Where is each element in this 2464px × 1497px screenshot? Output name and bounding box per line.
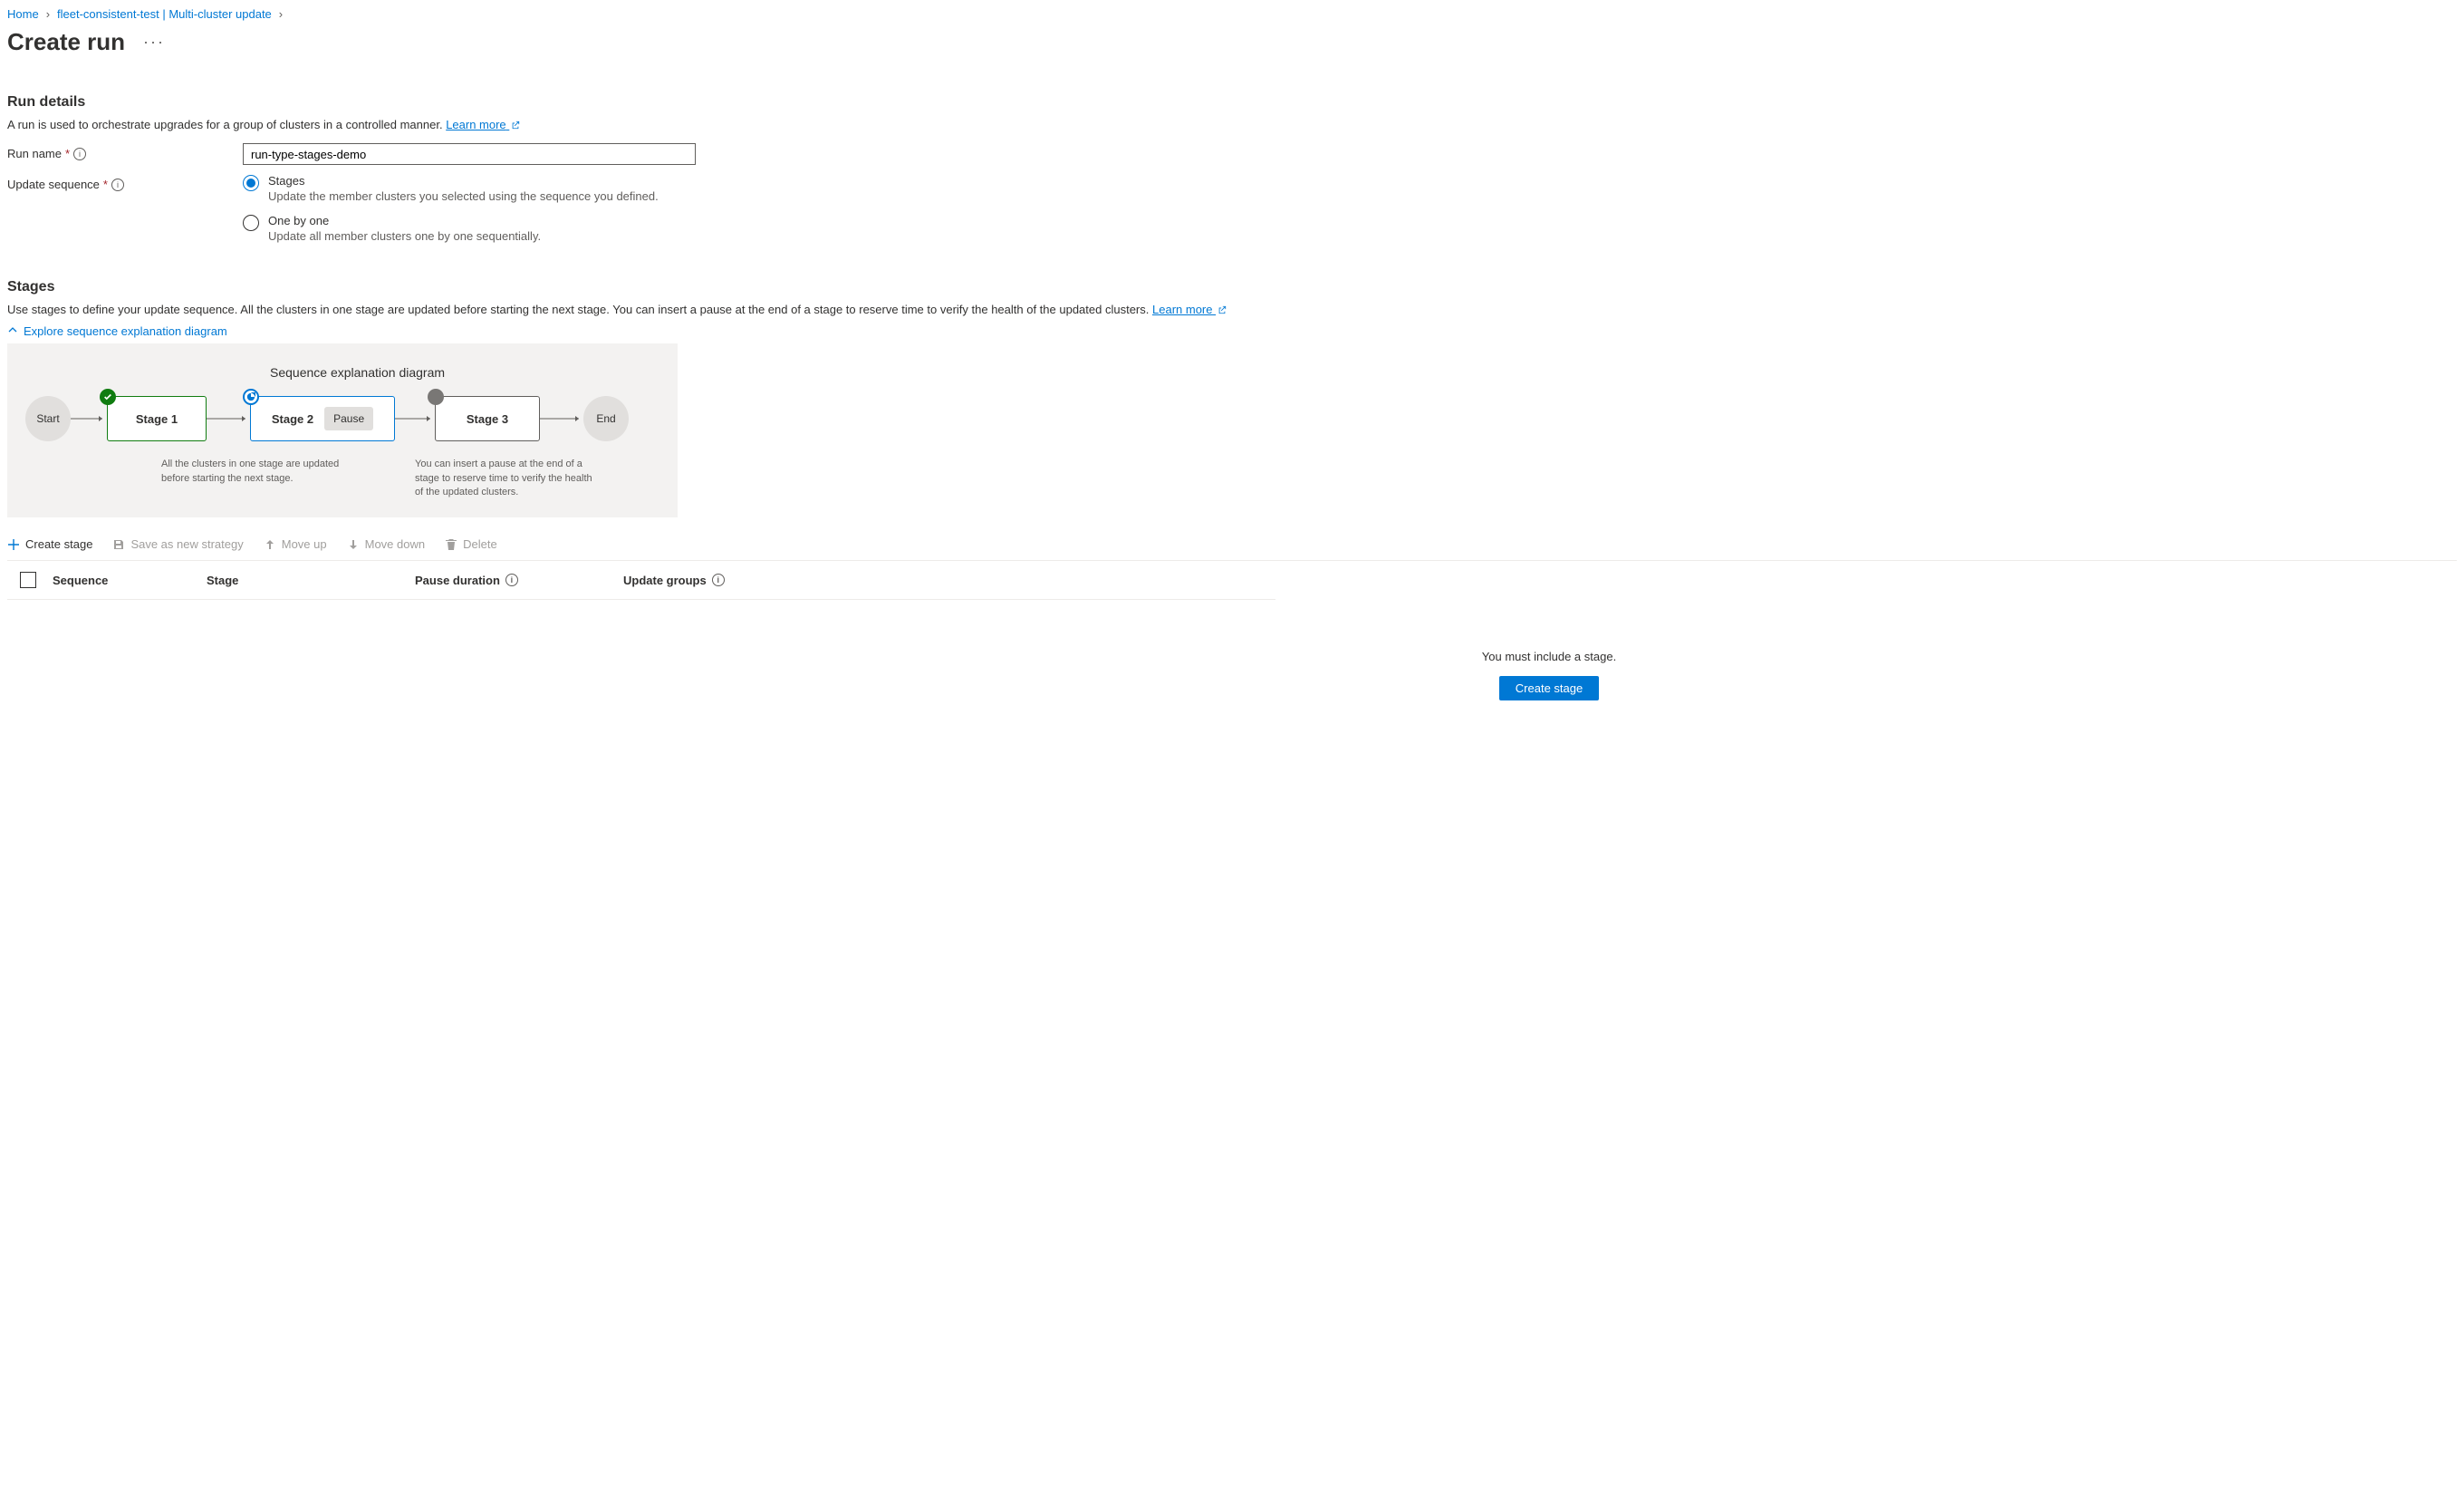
radio-label: Stages	[268, 174, 659, 188]
diagram-stage2-box: Stage 2 Pause	[250, 396, 395, 441]
save-strategy-button[interactable]: Save as new strategy	[112, 537, 243, 551]
run-details-description: A run is used to orchestrate upgrades fo…	[7, 118, 2457, 132]
table-header: Sequence Stage Pause duration i Update g…	[7, 561, 1275, 599]
run-details-heading: Run details	[7, 94, 2457, 111]
required-indicator: *	[103, 178, 108, 191]
select-all-checkbox[interactable]	[20, 572, 36, 588]
run-name-label: Run name * i	[7, 143, 243, 160]
info-icon[interactable]: i	[505, 574, 518, 586]
column-header-update-groups[interactable]: Update groups i	[623, 574, 804, 587]
chevron-up-icon	[7, 324, 18, 338]
stages-table: Sequence Stage Pause duration i Update g…	[7, 561, 1275, 600]
chevron-right-icon: ›	[46, 7, 50, 21]
radio-icon	[243, 175, 259, 191]
radio-label: One by one	[268, 214, 541, 227]
sequence-diagram: Sequence explanation diagram Start Stage…	[7, 343, 678, 517]
arrow-icon	[540, 414, 583, 423]
diagram-end-node: End	[583, 396, 629, 441]
delete-button[interactable]: Delete	[445, 537, 497, 551]
column-header-stage[interactable]: Stage	[207, 574, 415, 587]
info-icon[interactable]: i	[73, 148, 86, 160]
stages-description: Use stages to define your update sequenc…	[7, 303, 1275, 317]
stages-learn-more-link[interactable]: Learn more	[1152, 303, 1227, 316]
diagram-stage1-box: Stage 1	[107, 396, 207, 441]
radio-option-stages[interactable]: Stages Update the member clusters you se…	[243, 174, 696, 203]
breadcrumb-parent[interactable]: fleet-consistent-test | Multi-cluster up…	[57, 7, 272, 21]
empty-state-message: You must include a stage.	[1477, 650, 1622, 663]
create-stage-button[interactable]: Create stage	[7, 537, 92, 551]
more-actions-button[interactable]: ···	[143, 33, 165, 52]
diagram-start-node: Start	[25, 396, 71, 441]
explore-diagram-toggle[interactable]: Explore sequence explanation diagram	[7, 324, 2457, 338]
diagram-stage3-box: Stage 3	[435, 396, 540, 441]
move-down-button[interactable]: Move down	[347, 537, 425, 551]
plus-icon	[7, 538, 20, 551]
column-header-sequence[interactable]: Sequence	[53, 574, 207, 587]
move-up-button[interactable]: Move up	[264, 537, 327, 551]
empty-state: You must include a stage. Create stage	[1477, 650, 1622, 700]
diagram-pause-chip: Pause	[324, 407, 373, 430]
create-stage-empty-button[interactable]: Create stage	[1499, 676, 1599, 700]
stages-heading: Stages	[7, 279, 2457, 295]
page-title: Create run	[7, 28, 125, 56]
arrow-icon	[207, 414, 250, 423]
info-icon[interactable]: i	[111, 179, 124, 191]
save-icon	[112, 538, 125, 551]
arrow-icon	[395, 414, 435, 423]
radio-description: Update all member clusters one by one se…	[268, 229, 541, 243]
diagram-caption1: All the clusters in one stage are update…	[161, 458, 342, 499]
external-link-icon	[1218, 304, 1227, 317]
arrow-up-icon	[264, 538, 276, 551]
update-sequence-label: Update sequence * i	[7, 174, 243, 191]
breadcrumb-home[interactable]: Home	[7, 7, 39, 21]
required-indicator: *	[65, 147, 70, 160]
check-icon	[100, 389, 116, 405]
run-name-input[interactable]	[243, 143, 696, 165]
radio-icon	[243, 215, 259, 231]
stage-toolbar: Create stage Save as new strategy Move u…	[7, 537, 2457, 561]
trash-icon	[445, 538, 457, 551]
radio-description: Update the member clusters you selected …	[268, 189, 659, 203]
breadcrumb: Home › fleet-consistent-test | Multi-clu…	[7, 7, 2457, 21]
info-icon[interactable]: i	[712, 574, 725, 586]
external-link-icon	[511, 119, 520, 132]
diagram-caption2: You can insert a pause at the end of a s…	[415, 458, 596, 499]
arrow-icon	[71, 414, 107, 423]
chevron-right-icon: ›	[279, 7, 283, 21]
arrow-down-icon	[347, 538, 360, 551]
progress-icon	[243, 389, 259, 405]
diagram-title: Sequence explanation diagram	[270, 365, 659, 380]
run-details-learn-more-link[interactable]: Learn more	[446, 118, 520, 131]
pending-icon	[428, 389, 444, 405]
column-header-pause-duration[interactable]: Pause duration i	[415, 574, 623, 587]
radio-option-one-by-one[interactable]: One by one Update all member clusters on…	[243, 214, 696, 243]
